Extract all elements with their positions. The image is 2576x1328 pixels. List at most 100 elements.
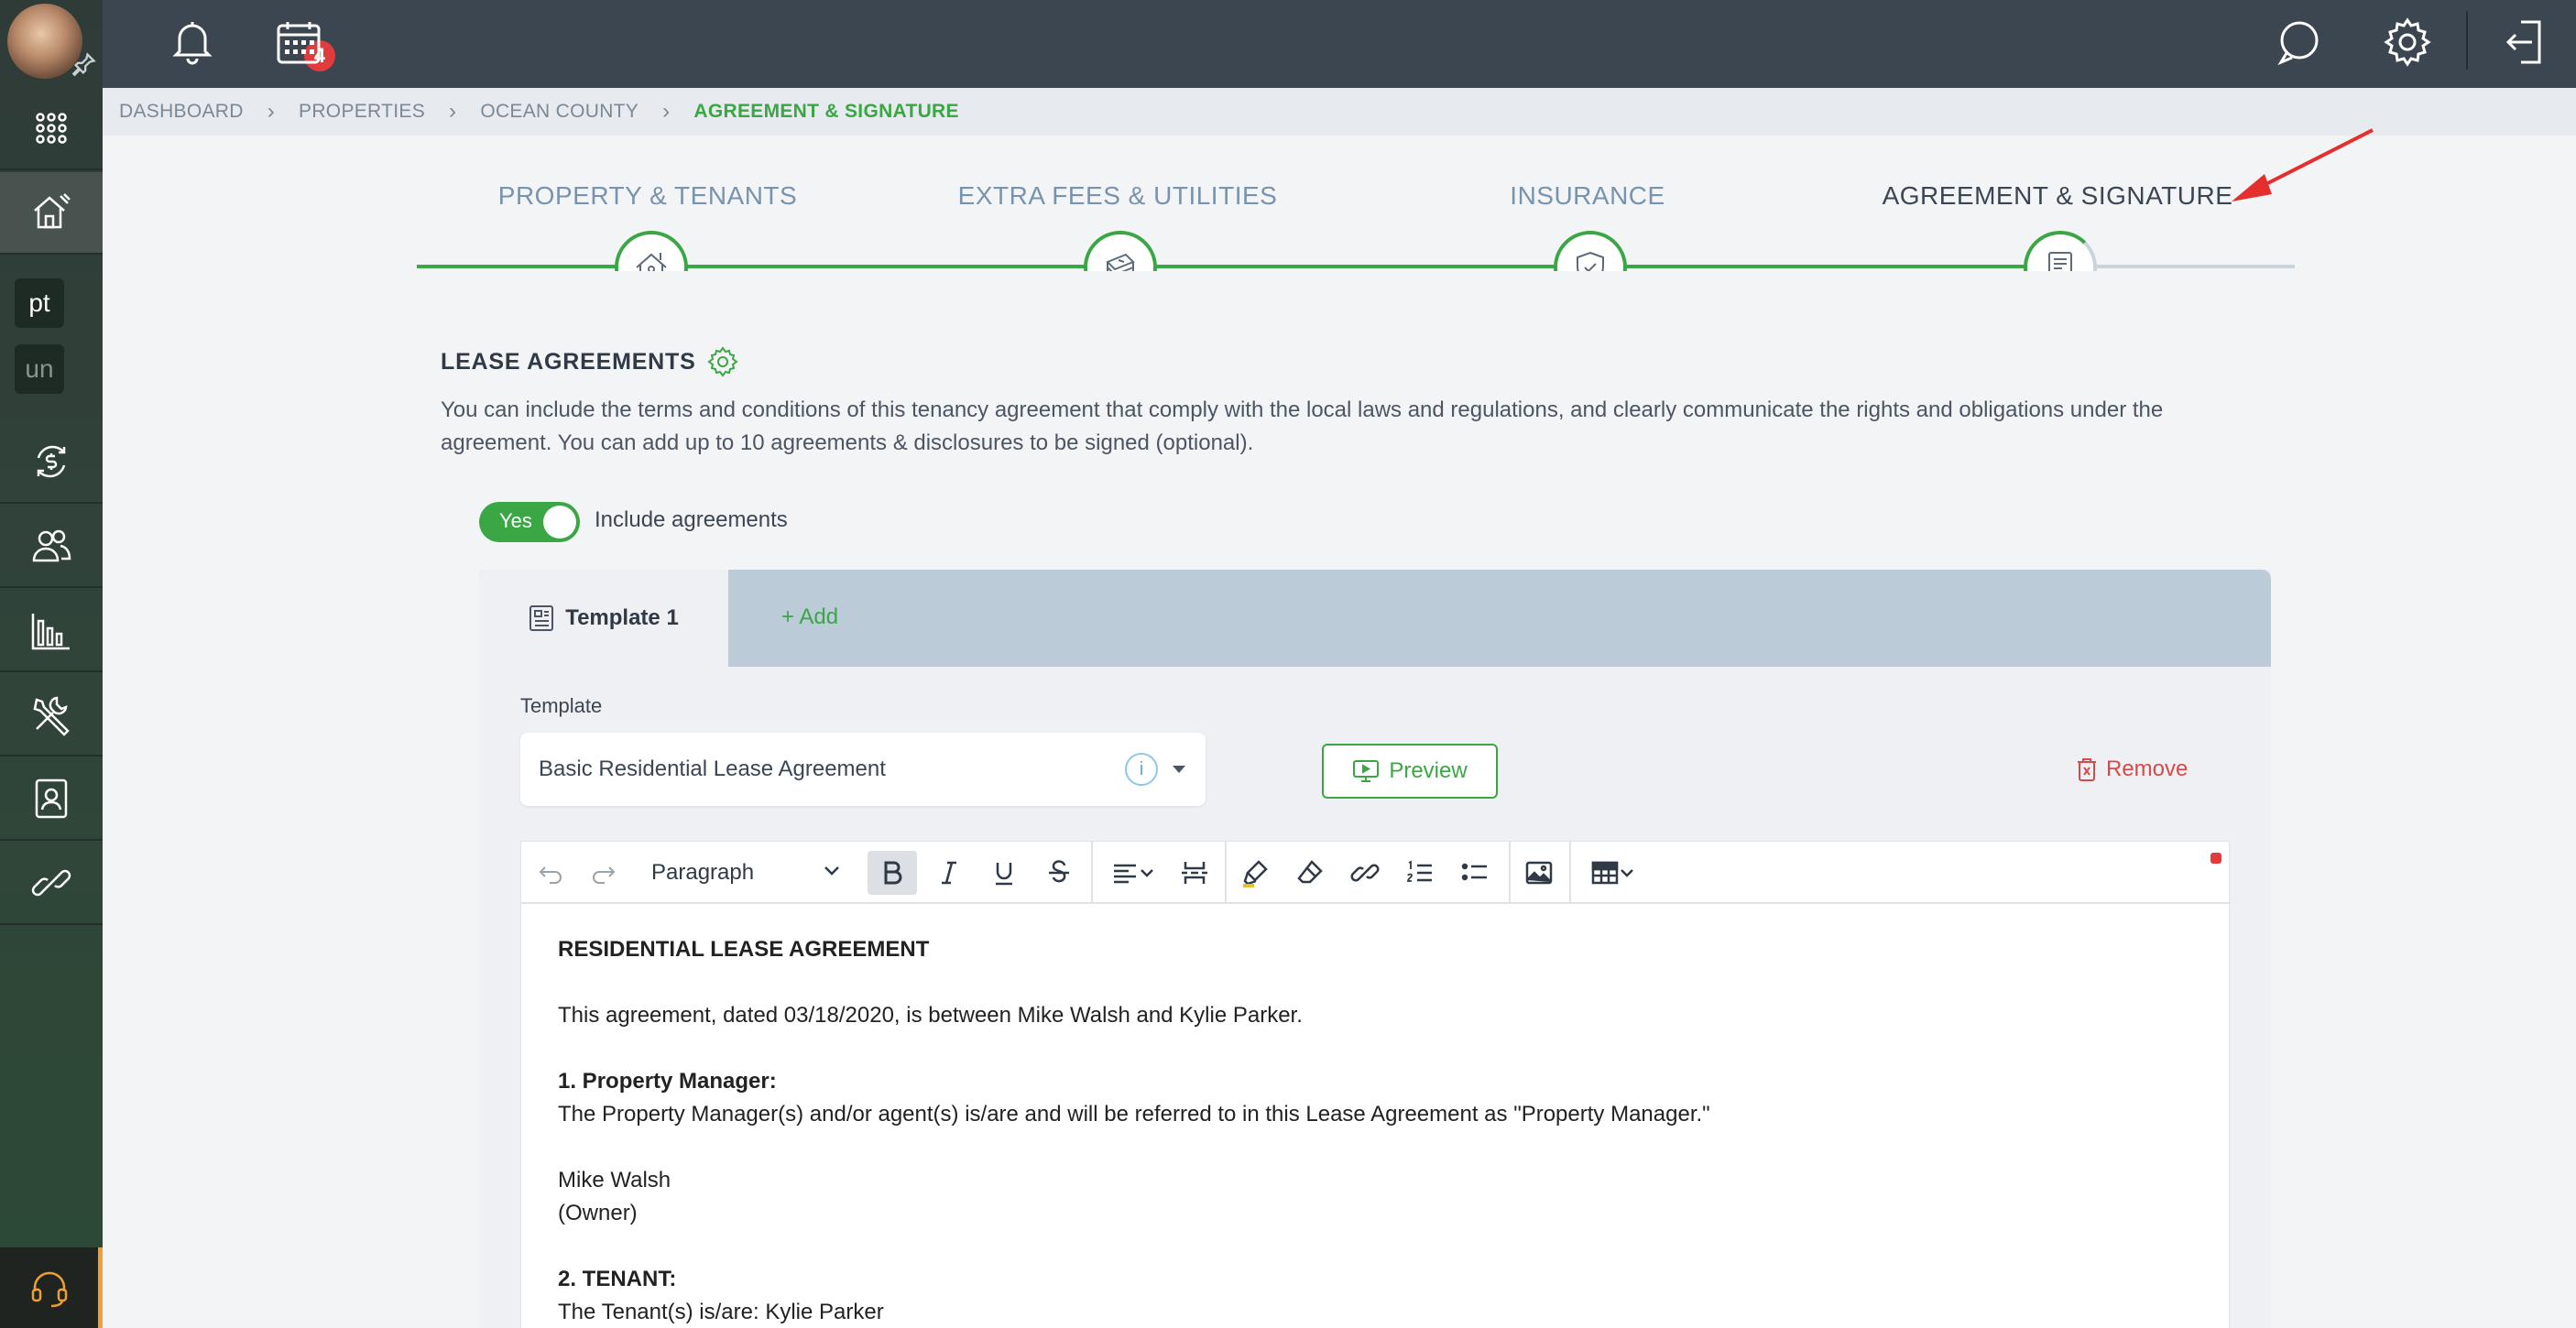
annotation-arrow <box>2232 128 2374 201</box>
table-icon <box>1591 861 1619 885</box>
sidebar: pt un <box>0 0 103 1328</box>
sidebar-item-reports[interactable] <box>0 590 103 672</box>
image-button[interactable] <box>1518 851 1560 895</box>
breadcrumb: DASHBOARD › PROPERTIES › OCEAN COUNTY › … <box>103 88 2576 136</box>
monitor-play-icon <box>1353 760 1380 782</box>
editor-toolbar: Paragraph <box>521 842 2231 904</box>
lease-description: You can include the terms and conditions… <box>441 397 2164 455</box>
link-icon <box>31 869 71 897</box>
grid-icon <box>36 113 67 144</box>
image-icon <box>1525 861 1553 885</box>
sidebar-item-apps[interactable] <box>0 88 103 170</box>
step-label-agreement[interactable]: AGREEMENT & SIGNATURE <box>1883 181 2233 211</box>
chevron-right-icon: › <box>267 99 276 124</box>
headset-icon <box>31 1271 67 1308</box>
redo-icon <box>593 866 616 884</box>
plus-icon: + <box>781 604 800 629</box>
step-label-property-tenants[interactable]: PROPERTY & TENANTS <box>498 181 797 211</box>
add-template-button[interactable]: + Add <box>781 604 838 630</box>
block-format-value: Paragraph <box>651 860 755 885</box>
add-template-label: Add <box>799 604 839 629</box>
sidebar-item-links[interactable] <box>0 843 103 925</box>
tab-template-1[interactable]: Template 1 <box>479 570 728 667</box>
template-doc-icon <box>529 605 554 631</box>
include-agreements-toggle[interactable]: Yes <box>479 502 580 542</box>
preview-button[interactable]: Preview <box>1322 744 1498 799</box>
sidebar-item-payments[interactable] <box>0 421 103 504</box>
align-left-icon <box>1114 864 1136 884</box>
page-break-button[interactable] <box>1173 851 1216 895</box>
page-break-icon <box>1182 862 1207 884</box>
gear-icon[interactable] <box>706 346 738 377</box>
bell-icon[interactable] <box>167 16 218 68</box>
gear-icon[interactable] <box>2382 16 2433 68</box>
section-2-text: The Tenant(s) is/are: Kylie Parker <box>558 1300 884 1324</box>
undo-icon <box>539 866 562 884</box>
include-agreements-label: Include agreements <box>595 507 788 532</box>
bullet-list-icon <box>1461 863 1487 881</box>
link-button[interactable] <box>1344 851 1386 895</box>
numbered-list-icon <box>1407 860 1432 882</box>
sidebar-item-maintenance[interactable] <box>0 674 103 757</box>
italic-button[interactable] <box>928 851 970 895</box>
breadcrumb-current: AGREEMENT & SIGNATURE <box>693 101 959 122</box>
underline-icon <box>996 863 1012 886</box>
logout-icon[interactable] <box>2501 16 2552 68</box>
chevron-down-icon <box>1621 869 1633 877</box>
eraser-button[interactable] <box>1289 851 1331 895</box>
step-label-extra-fees[interactable]: EXTRA FEES & UTILITIES <box>958 181 1278 211</box>
manager-name: Mike Walsh <box>558 1168 671 1192</box>
info-icon[interactable]: i <box>1125 753 1158 786</box>
breadcrumb-properties[interactable]: PROPERTIES <box>299 101 425 123</box>
underline-button[interactable] <box>983 851 1025 895</box>
bar-chart-icon <box>31 614 70 650</box>
highlighter-icon <box>1243 860 1268 887</box>
italic-icon <box>942 861 956 885</box>
section-2-title: 2. TENANT: <box>558 1267 677 1291</box>
agreement-intro: This agreement, dated 03/18/2020, is bet… <box>558 1003 1303 1028</box>
chevron-down-icon <box>1141 869 1153 877</box>
numbered-list-button[interactable] <box>1399 851 1441 895</box>
sidebar-item-contacts[interactable] <box>0 758 103 841</box>
people-icon <box>32 529 71 562</box>
editor-content[interactable]: RESIDENTIAL LEASE AGREEMENT This agreeme… <box>558 933 2189 1328</box>
topbar-divider <box>2466 11 2468 70</box>
step-label-insurance[interactable]: INSURANCE <box>1510 181 1665 211</box>
sidebar-item-properties[interactable] <box>0 172 103 255</box>
bullet-list-button[interactable] <box>1454 851 1496 895</box>
bold-icon <box>884 861 902 885</box>
support-button[interactable] <box>0 1247 103 1328</box>
breadcrumb-ocean-county[interactable]: OCEAN COUNTY <box>480 101 639 123</box>
toolbar-separator <box>1509 842 1511 904</box>
strikethrough-button[interactable] <box>1038 851 1080 895</box>
breadcrumb-dashboard[interactable]: DASHBOARD <box>119 101 244 123</box>
section-1-text: The Property Manager(s) and/or agent(s) … <box>558 1102 1710 1127</box>
template-select-value: Basic Residential Lease Agreement <box>539 757 886 781</box>
bold-button[interactable] <box>868 851 917 895</box>
redo-button[interactable] <box>587 851 620 895</box>
template-panel: Template 1 + Add Template Basic Resident… <box>479 570 2271 1328</box>
block-format-select[interactable]: Paragraph <box>651 851 853 895</box>
chat-icon[interactable] <box>2274 16 2325 68</box>
stepper-remaining-line <box>2066 265 2295 268</box>
sidebar-chip-pt[interactable]: pt <box>15 278 64 328</box>
caret-down-icon <box>1173 766 1185 773</box>
chevron-right-icon: › <box>662 99 671 124</box>
table-button[interactable] <box>1578 851 1646 895</box>
house-icon <box>34 193 71 229</box>
highlight-button[interactable] <box>1234 851 1276 895</box>
eraser-icon <box>1297 860 1323 884</box>
align-button[interactable] <box>1100 851 1164 895</box>
sidebar-chip-un[interactable]: un <box>15 344 64 394</box>
sidebar-item-people[interactable] <box>0 506 103 588</box>
template-tabs: Template 1 + Add <box>479 570 2271 667</box>
strikethrough-icon <box>1049 860 1069 883</box>
contact-card-icon <box>35 778 68 819</box>
template-select[interactable]: Basic Residential Lease Agreement i <box>520 733 1206 806</box>
undo-button[interactable] <box>534 851 567 895</box>
remove-button[interactable]: Remove <box>2075 757 2188 782</box>
calendar-icon[interactable] <box>273 16 324 68</box>
pin-icon[interactable] <box>71 51 97 77</box>
agreement-card: LEASE AGREEMENTS You can include the ter… <box>417 271 2295 1328</box>
agreement-heading: RESIDENTIAL LEASE AGREEMENT <box>558 937 930 962</box>
